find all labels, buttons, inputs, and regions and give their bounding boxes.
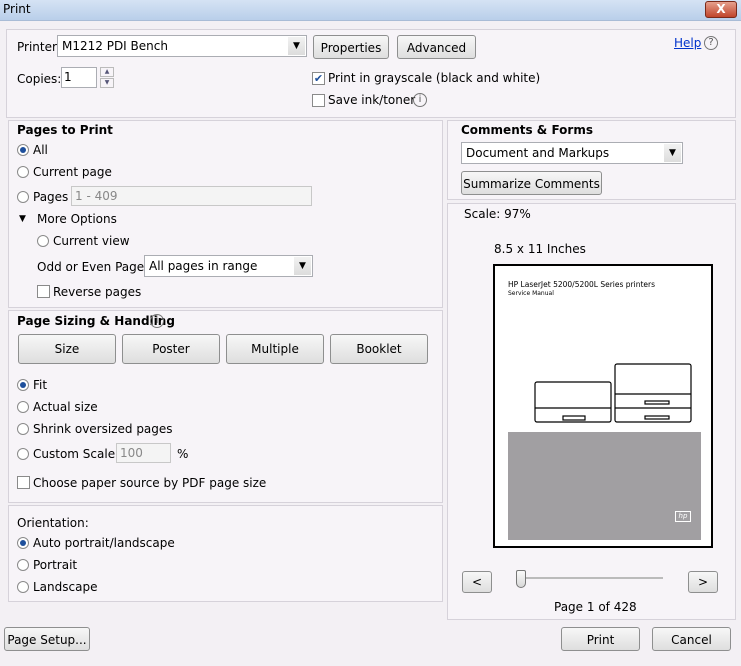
grayscale-checkbox[interactable]: ✔ xyxy=(312,72,325,85)
multiple-button[interactable]: Multiple xyxy=(226,334,324,364)
reverse-label: Reverse pages xyxy=(53,285,142,299)
comments-value: Document and Markups xyxy=(466,146,610,160)
percent-label: % xyxy=(177,447,189,461)
doc-title: HP LaserJet 5200/5200L Series printers xyxy=(508,280,656,289)
orientation-title: Orientation: xyxy=(17,516,89,530)
page-info: Page 1 of 428 xyxy=(554,600,637,614)
current-page-label: Current page xyxy=(33,165,112,179)
shrink-radio[interactable] xyxy=(17,423,29,435)
custom-scale-label: Custom Scale: xyxy=(33,447,120,461)
title-bar: Print X xyxy=(0,0,741,21)
chevron-down-icon: ▼ xyxy=(294,257,311,275)
help-link[interactable]: Help xyxy=(674,36,701,50)
current-view-radio[interactable] xyxy=(37,235,49,247)
fit-label: Fit xyxy=(33,378,48,392)
portrait-radio[interactable] xyxy=(17,559,29,571)
previous-page-button[interactable]: < xyxy=(462,571,492,593)
portrait-label: Portrait xyxy=(33,558,78,572)
fit-radio[interactable] xyxy=(17,379,29,391)
all-label: All xyxy=(33,143,48,157)
pages-label: Pages xyxy=(33,190,69,204)
window-title: Print xyxy=(3,2,31,16)
properties-button[interactable]: Properties xyxy=(313,35,389,59)
advanced-button[interactable]: Advanced xyxy=(397,35,476,59)
landscape-radio[interactable] xyxy=(17,581,29,593)
actual-size-radio[interactable] xyxy=(17,401,29,413)
save-ink-label: Save ink/toner xyxy=(328,93,416,107)
copies-up-button[interactable]: ▲ xyxy=(100,67,114,77)
paper-size-label: 8.5 x 11 Inches xyxy=(494,242,586,256)
print-button[interactable]: Print xyxy=(561,627,640,651)
pages-range-input[interactable]: 1 - 409 xyxy=(71,186,312,206)
copies-down-button[interactable]: ▼ xyxy=(100,78,114,88)
summarize-comments-button[interactable]: Summarize Comments xyxy=(461,171,602,195)
hp-logo: hp xyxy=(675,511,691,522)
all-radio[interactable] xyxy=(17,144,29,156)
auto-orientation-label: Auto portrait/landscape xyxy=(33,536,175,550)
chevron-down-icon: ▼ xyxy=(664,144,681,162)
odd-even-label: Odd or Even Pages: xyxy=(37,260,155,274)
copies-label: Copies: xyxy=(17,72,62,86)
shrink-label: Shrink oversized pages xyxy=(33,422,173,436)
current-page-radio[interactable] xyxy=(17,166,29,178)
page-preview: HP LaserJet 5200/5200L Series printers S… xyxy=(493,264,713,548)
grayscale-label: Print in grayscale (black and white) xyxy=(328,71,541,85)
landscape-label: Landscape xyxy=(33,580,98,594)
auto-orientation-radio[interactable] xyxy=(17,537,29,549)
printer-select[interactable]: M1212 PDI Bench ▼ xyxy=(57,35,307,57)
help-icon[interactable]: ? xyxy=(704,36,718,50)
page-slider-thumb[interactable] xyxy=(516,570,526,588)
comments-select[interactable]: Document and Markups ▼ xyxy=(461,142,683,164)
next-page-button[interactable]: > xyxy=(688,571,718,593)
scale-label: Scale: 97% xyxy=(464,207,531,221)
current-view-label: Current view xyxy=(53,234,130,248)
comments-title: Comments & Forms xyxy=(461,123,593,137)
custom-scale-input[interactable]: 100 xyxy=(116,443,171,463)
copies-input[interactable]: 1 xyxy=(61,67,97,88)
paper-source-checkbox[interactable] xyxy=(17,476,30,489)
odd-even-select[interactable]: All pages in range ▼ xyxy=(144,255,313,277)
size-button[interactable]: Size xyxy=(18,334,116,364)
poster-button[interactable]: Poster xyxy=(122,334,220,364)
cover-band: hp xyxy=(508,432,701,540)
custom-scale-radio[interactable] xyxy=(17,448,29,460)
cancel-button[interactable]: Cancel xyxy=(652,627,731,651)
booklet-button[interactable]: Booklet xyxy=(330,334,428,364)
save-ink-checkbox[interactable] xyxy=(312,94,325,107)
actual-size-label: Actual size xyxy=(33,400,98,414)
info-icon[interactable]: i xyxy=(413,93,427,107)
doc-subtitle: Service Manual xyxy=(508,290,554,297)
paper-source-label: Choose paper source by PDF page size xyxy=(33,476,267,490)
printer-value: M1212 PDI Bench xyxy=(62,39,168,53)
printer-label: Printer: xyxy=(17,40,61,54)
odd-even-value: All pages in range xyxy=(149,259,258,273)
more-options-toggle[interactable]: More Options xyxy=(37,212,117,226)
chevron-down-icon: ▼ xyxy=(288,37,305,55)
pages-title: Pages to Print xyxy=(17,123,113,137)
page-slider-track[interactable] xyxy=(516,577,663,579)
page-setup-button[interactable]: Page Setup... xyxy=(4,627,90,651)
pages-radio[interactable] xyxy=(17,191,29,203)
info-icon[interactable]: i xyxy=(150,314,164,328)
printers-illustration xyxy=(534,363,692,423)
close-button[interactable]: X xyxy=(705,1,737,18)
triangle-down-icon[interactable]: ▼ xyxy=(19,214,26,224)
reverse-checkbox[interactable] xyxy=(37,285,50,298)
